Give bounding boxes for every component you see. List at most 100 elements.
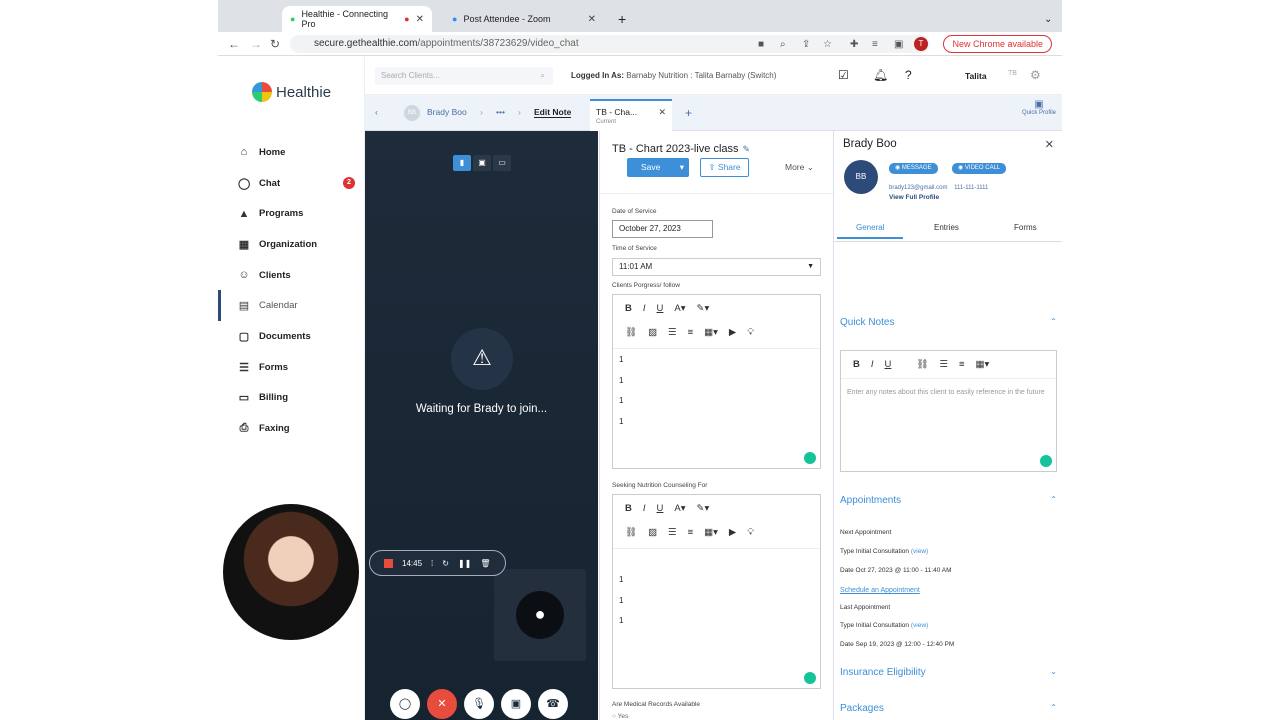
- close-tab-icon[interactable]: ✕: [658, 107, 666, 118]
- grammarly-icon[interactable]: [804, 452, 816, 464]
- image-icon[interactable]: ▨: [648, 527, 657, 538]
- editor-body[interactable]: 1 1 1 1: [613, 349, 820, 444]
- numbered-list-icon[interactable]: ≡: [959, 359, 965, 370]
- chrome-profile-avatar[interactable]: T: [914, 37, 928, 51]
- sidebar-item-home[interactable]: ⌂ Home: [218, 137, 365, 168]
- url-field[interactable]: secure.gethealthie.com/appointments/3872…: [290, 35, 930, 53]
- client-email[interactable]: brady123@gmail.com: [889, 185, 947, 191]
- quick-notes-header[interactable]: Quick Notes ⌃: [840, 317, 1057, 328]
- extensions-icon[interactable]: ✚: [850, 39, 858, 50]
- progress-editor[interactable]: B I U A▾ ✎▾ ⛓︎ ▨ ☰ ≡ ▦▾ ▶ 💡︎ 1 1 1 1: [612, 294, 821, 469]
- settings-gear-icon[interactable]: ⚙: [1030, 68, 1041, 82]
- numbered-list-icon[interactable]: ≡: [688, 527, 694, 538]
- edit-pencil-icon[interactable]: ✎: [743, 144, 751, 154]
- chat-icon[interactable]: ◯: [390, 689, 420, 719]
- italic-icon[interactable]: I: [643, 503, 646, 514]
- screen-share-icon[interactable]: ▣: [501, 689, 531, 719]
- camera-icon[interactable]: ■: [758, 39, 764, 50]
- grammarly-icon[interactable]: [1040, 455, 1052, 467]
- close-icon[interactable]: ✕: [1045, 138, 1054, 151]
- view-appointment-link[interactable]: (view): [911, 622, 928, 629]
- date-of-service-input[interactable]: October 27, 2023: [612, 220, 713, 238]
- chart-note-tab[interactable]: TB - Cha... Current ✕: [590, 99, 672, 131]
- edit-note-tab[interactable]: Edit Note: [534, 107, 572, 118]
- grammarly-icon[interactable]: [804, 672, 816, 684]
- client-breadcrumb[interactable]: Brady Boo: [427, 107, 467, 117]
- sidebar-item-programs[interactable]: ▲ Programs: [218, 198, 365, 229]
- more-dots-icon[interactable]: •••: [496, 107, 505, 117]
- chevron-down-icon[interactable]: ⌄: [1050, 667, 1057, 676]
- new-tab-icon[interactable]: +: [610, 6, 634, 32]
- new-chrome-button[interactable]: New Chrome available: [943, 35, 1052, 53]
- bullet-list-icon[interactable]: ☰: [668, 327, 677, 338]
- appointments-header[interactable]: Appointments ⌃: [840, 495, 1057, 506]
- playlist-icon[interactable]: ≡: [872, 39, 878, 50]
- save-button[interactable]: Save ▾: [627, 158, 689, 177]
- chevron-up-icon[interactable]: ⌃: [1050, 495, 1057, 504]
- share-button[interactable]: ⇪ Share: [700, 158, 749, 177]
- sidepanel-icon[interactable]: ▣: [894, 39, 903, 50]
- bullet-list-icon[interactable]: ☰: [668, 527, 677, 538]
- sidebar-item-calendar[interactable]: ▤ Calendar: [218, 290, 365, 322]
- numbered-list-icon[interactable]: ≡: [688, 327, 694, 338]
- underline-icon[interactable]: U: [885, 359, 892, 370]
- layout-speaker-icon[interactable]: ▣: [473, 155, 491, 171]
- add-tab-icon[interactable]: +: [685, 106, 692, 120]
- search-clients-input[interactable]: Search Clients... ⌕: [375, 67, 553, 85]
- bookmark-icon[interactable]: ☆: [823, 39, 832, 50]
- packages-header[interactable]: Packages ⌃: [840, 703, 1057, 714]
- tab-general[interactable]: General: [837, 223, 904, 239]
- delete-icon[interactable]: 🗑︎: [480, 559, 490, 568]
- sidebar-item-organization[interactable]: ▦ Organization: [218, 229, 365, 260]
- bold-icon[interactable]: B: [853, 359, 860, 370]
- schedule-appointment-link[interactable]: Schedule an Appointment: [840, 587, 920, 594]
- back-icon[interactable]: ←: [228, 37, 240, 51]
- sidebar-item-faxing[interactable]: ⎙ Faxing: [218, 413, 365, 444]
- table-icon[interactable]: ▦▾: [704, 527, 718, 538]
- stop-recording-icon[interactable]: [384, 558, 393, 568]
- close-tab-icon[interactable]: ✕: [416, 14, 424, 25]
- user-name[interactable]: Talita: [965, 71, 987, 81]
- tab-forms[interactable]: Forms: [1014, 223, 1037, 232]
- lightbulb-icon[interactable]: 💡︎: [747, 527, 754, 538]
- chevron-up-icon[interactable]: ⌃: [1050, 317, 1057, 326]
- italic-icon[interactable]: I: [871, 359, 874, 370]
- tasks-icon[interactable]: ☑: [838, 68, 849, 82]
- table-icon[interactable]: ▦▾: [976, 359, 990, 370]
- link-icon[interactable]: ⛓︎: [916, 359, 928, 370]
- view-appointment-link[interactable]: (view): [911, 548, 928, 555]
- medical-yes-radio[interactable]: ○ Yes: [612, 713, 628, 720]
- text-color-icon[interactable]: A▾: [674, 303, 685, 314]
- underline-icon[interactable]: U: [657, 503, 664, 514]
- more-dropdown[interactable]: More ⌄: [785, 162, 814, 173]
- video-call-button[interactable]: ◉ VIDEO CALL: [952, 163, 1007, 174]
- sidebar-item-documents[interactable]: ▢ Documents: [218, 321, 365, 352]
- link-icon[interactable]: ⛓︎: [625, 327, 637, 338]
- editor-body[interactable]: 1 1 1: [613, 549, 820, 643]
- zoom-icon[interactable]: ⌕: [780, 39, 786, 50]
- bold-icon[interactable]: B: [625, 303, 632, 314]
- drag-handle-icon[interactable]: ⁞: [431, 559, 433, 568]
- sidebar-item-chat[interactable]: ◯ Chat 2: [218, 168, 365, 199]
- notifications-bell-icon[interactable]: 🔔︎: [873, 68, 888, 82]
- chevron-left-icon[interactable]: ‹: [375, 107, 378, 117]
- table-icon[interactable]: ▦▾: [704, 327, 718, 338]
- link-icon[interactable]: ⛓︎: [625, 527, 637, 538]
- image-icon[interactable]: ▨: [648, 327, 657, 338]
- highlight-icon[interactable]: ✎▾: [697, 503, 710, 514]
- reload-icon[interactable]: ↻: [270, 37, 280, 51]
- hang-up-icon[interactable]: ☎: [538, 689, 568, 719]
- microphone-icon[interactable]: 🎙︎: [464, 689, 494, 719]
- caret-down-icon[interactable]: ▾: [680, 158, 684, 177]
- message-button[interactable]: ◉ MESSAGE: [889, 163, 938, 174]
- underline-icon[interactable]: U: [657, 303, 664, 314]
- forward-icon[interactable]: →: [250, 37, 262, 51]
- sidebar-item-billing[interactable]: ▭ Billing: [218, 383, 365, 414]
- sidebar-item-forms[interactable]: ☰ Forms: [218, 352, 365, 383]
- italic-icon[interactable]: I: [643, 303, 646, 314]
- layout-sidebar-icon[interactable]: ▮: [453, 155, 471, 171]
- camera-off-icon[interactable]: ✕: [427, 689, 457, 719]
- healthie-logo[interactable]: Healthie: [252, 82, 331, 102]
- tab-search-icon[interactable]: ⌄: [1036, 6, 1060, 32]
- chevron-up-icon[interactable]: ⌃: [1050, 703, 1057, 712]
